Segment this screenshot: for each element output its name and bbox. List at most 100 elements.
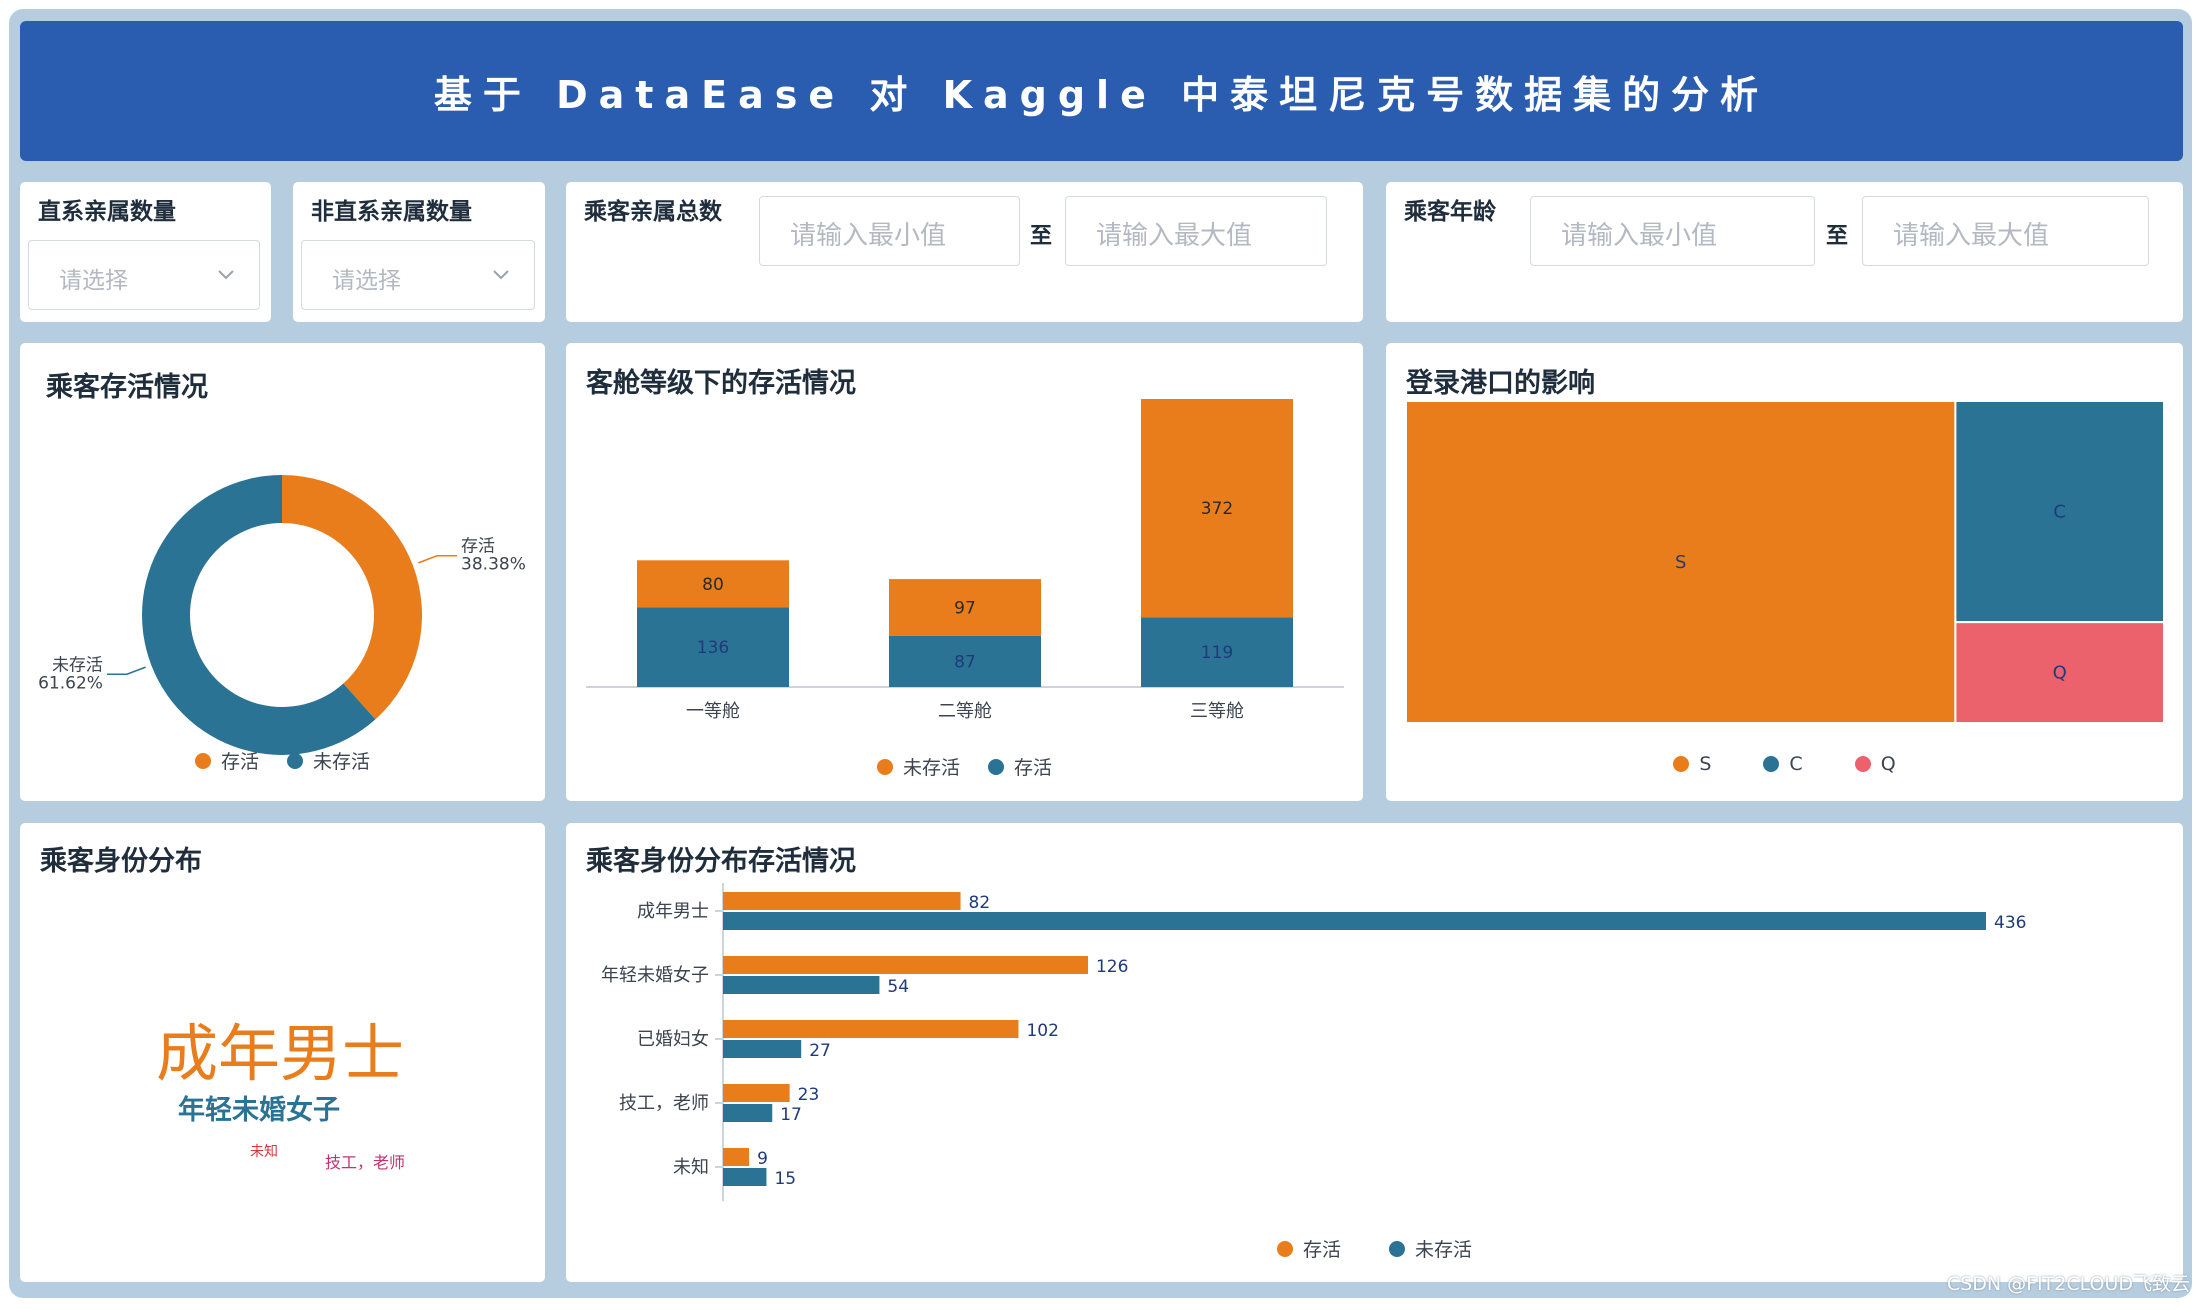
data-label: 372 bbox=[1201, 499, 1233, 519]
class-survival-bar-chart: 136 80 一等舱 87 97 二等舱 119 372 三等舱 bbox=[586, 399, 1344, 722]
port-legend: S C Q bbox=[1386, 753, 2183, 775]
chevron-down-icon bbox=[218, 270, 234, 280]
filter-label: 直系亲属数量 bbox=[38, 199, 176, 225]
identity-panel: 乘客身份分布 成年男士 年轻未婚女子 未知 技工，老师 bbox=[20, 823, 545, 1282]
data-label: 126 bbox=[1096, 957, 1128, 977]
data-label: 15 bbox=[774, 1169, 796, 1189]
legend-dot bbox=[287, 752, 303, 769]
legend-item[interactable]: Q bbox=[1854, 753, 1896, 775]
age-max-input[interactable]: 请输入最大值 bbox=[1862, 196, 2149, 266]
legend-dot bbox=[1276, 1240, 1293, 1257]
category-label: 一等舱 bbox=[686, 701, 740, 722]
filter-indirect-relatives: 非直系亲属数量 请选择 bbox=[293, 182, 545, 322]
data-label: 54 bbox=[887, 977, 909, 997]
bar bbox=[723, 956, 1088, 974]
legend-item[interactable]: S bbox=[1673, 753, 1711, 775]
legend-item[interactable]: 存活 bbox=[194, 747, 259, 774]
treemap-label: Q bbox=[2053, 663, 2067, 684]
bar bbox=[723, 1020, 1019, 1038]
legend-label: 未存活 bbox=[313, 751, 371, 773]
data-label: 80 bbox=[702, 575, 724, 595]
category-label: 成年男士 bbox=[637, 901, 709, 922]
legend-item[interactable]: 未存活 bbox=[1389, 1235, 1472, 1262]
filter-age: 乘客年龄 请输入最小值 至 请输入最大值 bbox=[1386, 182, 2183, 322]
treemap-label: S bbox=[1675, 552, 1686, 573]
data-label: 97 bbox=[954, 599, 976, 619]
data-label: 82 bbox=[969, 893, 991, 913]
legend-label: C bbox=[1789, 753, 1803, 775]
filter-label: 乘客年龄 bbox=[1404, 199, 1496, 225]
legend-item[interactable]: 存活 bbox=[1276, 1235, 1341, 1262]
legend-label: 存活 bbox=[1302, 1239, 1341, 1261]
wordcloud-word: 年轻未婚女子 bbox=[178, 1095, 340, 1126]
legend-item[interactable]: 未存活 bbox=[287, 747, 370, 774]
legend-dot bbox=[1854, 756, 1871, 772]
legend-item[interactable]: 存活 bbox=[988, 753, 1052, 780]
legend-dot bbox=[1673, 756, 1690, 772]
slice-label: 未存活 bbox=[52, 655, 103, 675]
slice-percent: 61.62% bbox=[38, 673, 103, 693]
bar bbox=[723, 1148, 750, 1166]
total-relatives-min-input[interactable]: 请输入最小值 bbox=[759, 196, 1020, 266]
legend-label: 存活 bbox=[1014, 757, 1053, 779]
survival-panel: 乘客存活情况 存活 38.38% 未存活 61.62% 存活 未存活 bbox=[20, 343, 545, 801]
range-separator: 至 bbox=[1030, 224, 1053, 249]
legend-label: 未存活 bbox=[1415, 1239, 1473, 1261]
legend-item[interactable]: 未存活 bbox=[876, 753, 960, 780]
legend-label: 未存活 bbox=[902, 757, 960, 779]
wordcloud-word: 技工，老师 bbox=[325, 1153, 406, 1172]
bar bbox=[723, 892, 961, 910]
survival-legend: 存活 未存活 bbox=[20, 747, 545, 774]
direct-relatives-select[interactable]: 请选择 bbox=[28, 240, 260, 310]
select-placeholder: 请选择 bbox=[59, 268, 128, 294]
category-label: 二等舱 bbox=[938, 701, 992, 722]
total-relatives-max-input[interactable]: 请输入最大值 bbox=[1065, 196, 1327, 266]
category-label: 年轻未婚女子 bbox=[601, 965, 709, 986]
class-survival-panel: 客舱等级下的存活情况 136 80 一等舱 87 97 二等舱 119 372 三等舱 未存活 … bbox=[566, 343, 1363, 801]
bar bbox=[723, 1040, 802, 1058]
legend-item[interactable]: C bbox=[1763, 753, 1803, 775]
filter-total-relatives: 乘客亲属总数 请输入最小值 至 请输入最大值 bbox=[566, 182, 1363, 322]
port-treemap-chart: S C Q bbox=[1405, 400, 2165, 724]
age-min-input[interactable]: 请输入最小值 bbox=[1530, 196, 1815, 266]
slice-label: 存活 bbox=[461, 537, 495, 557]
range-separator: 至 bbox=[1826, 224, 1849, 249]
bar bbox=[723, 1084, 790, 1102]
bar bbox=[723, 912, 1986, 930]
legend-label: 存活 bbox=[220, 751, 259, 773]
category-label: 技工，老师 bbox=[619, 1093, 709, 1114]
watermark: CSDN @FIT2CLOUD飞致云 bbox=[1946, 1273, 2190, 1295]
bar bbox=[723, 1104, 773, 1122]
panel-title: 乘客身份分布 bbox=[40, 846, 202, 877]
category-label: 三等舱 bbox=[1190, 701, 1244, 722]
identity-survival-legend: 存活 未存活 bbox=[566, 1235, 2183, 1262]
slice-leader-line bbox=[106, 666, 146, 676]
survival-donut-chart: 存活38.38% 未存活61.62% bbox=[38, 475, 526, 755]
class-survival-legend: 未存活 存活 bbox=[566, 753, 1363, 780]
data-label: 17 bbox=[780, 1105, 802, 1125]
dashboard-title: 基于 DataEase 对 Kaggle 中泰坦尼克号数据集的分析 bbox=[20, 21, 2183, 161]
identity-survival-bar-chart: 成年男士 82 436 年轻未婚女子 126 54 已婚妇女 102 27 技工，老师 2317 未知… bbox=[601, 883, 2026, 1201]
slice-percent: 38.38% bbox=[461, 555, 526, 575]
identity-survival-panel: 乘客身份分布存活情况 成年男士 82 436 年轻未婚女子 126 54 已婚妇女 102 27… bbox=[566, 823, 2183, 1282]
data-label: 23 bbox=[798, 1085, 820, 1105]
data-label: 136 bbox=[697, 638, 729, 658]
legend-dot bbox=[988, 758, 1004, 775]
treemap-label: C bbox=[2053, 502, 2066, 523]
wordcloud-word: 未知 bbox=[250, 1144, 278, 1160]
port-panel: 登录港口的影响 SCQ S C Q bbox=[1386, 343, 2183, 801]
legend-dot bbox=[876, 758, 893, 775]
category-label: 未知 bbox=[673, 1157, 709, 1178]
chevron-down-icon bbox=[493, 270, 509, 280]
slice-leader-line bbox=[418, 554, 458, 564]
filter-direct-relatives: 直系亲属数量 请选择 bbox=[20, 182, 271, 322]
bar bbox=[723, 1168, 767, 1186]
legend-label: S bbox=[1699, 753, 1712, 775]
select-placeholder: 请选择 bbox=[332, 268, 401, 294]
indirect-relatives-select[interactable]: 请选择 bbox=[301, 240, 535, 310]
wordcloud-word: 成年男士 bbox=[156, 1017, 405, 1090]
category-label: 已婚妇女 bbox=[637, 1029, 709, 1050]
bar bbox=[723, 976, 880, 994]
filter-label: 非直系亲属数量 bbox=[311, 199, 472, 225]
data-label: 87 bbox=[954, 652, 976, 672]
